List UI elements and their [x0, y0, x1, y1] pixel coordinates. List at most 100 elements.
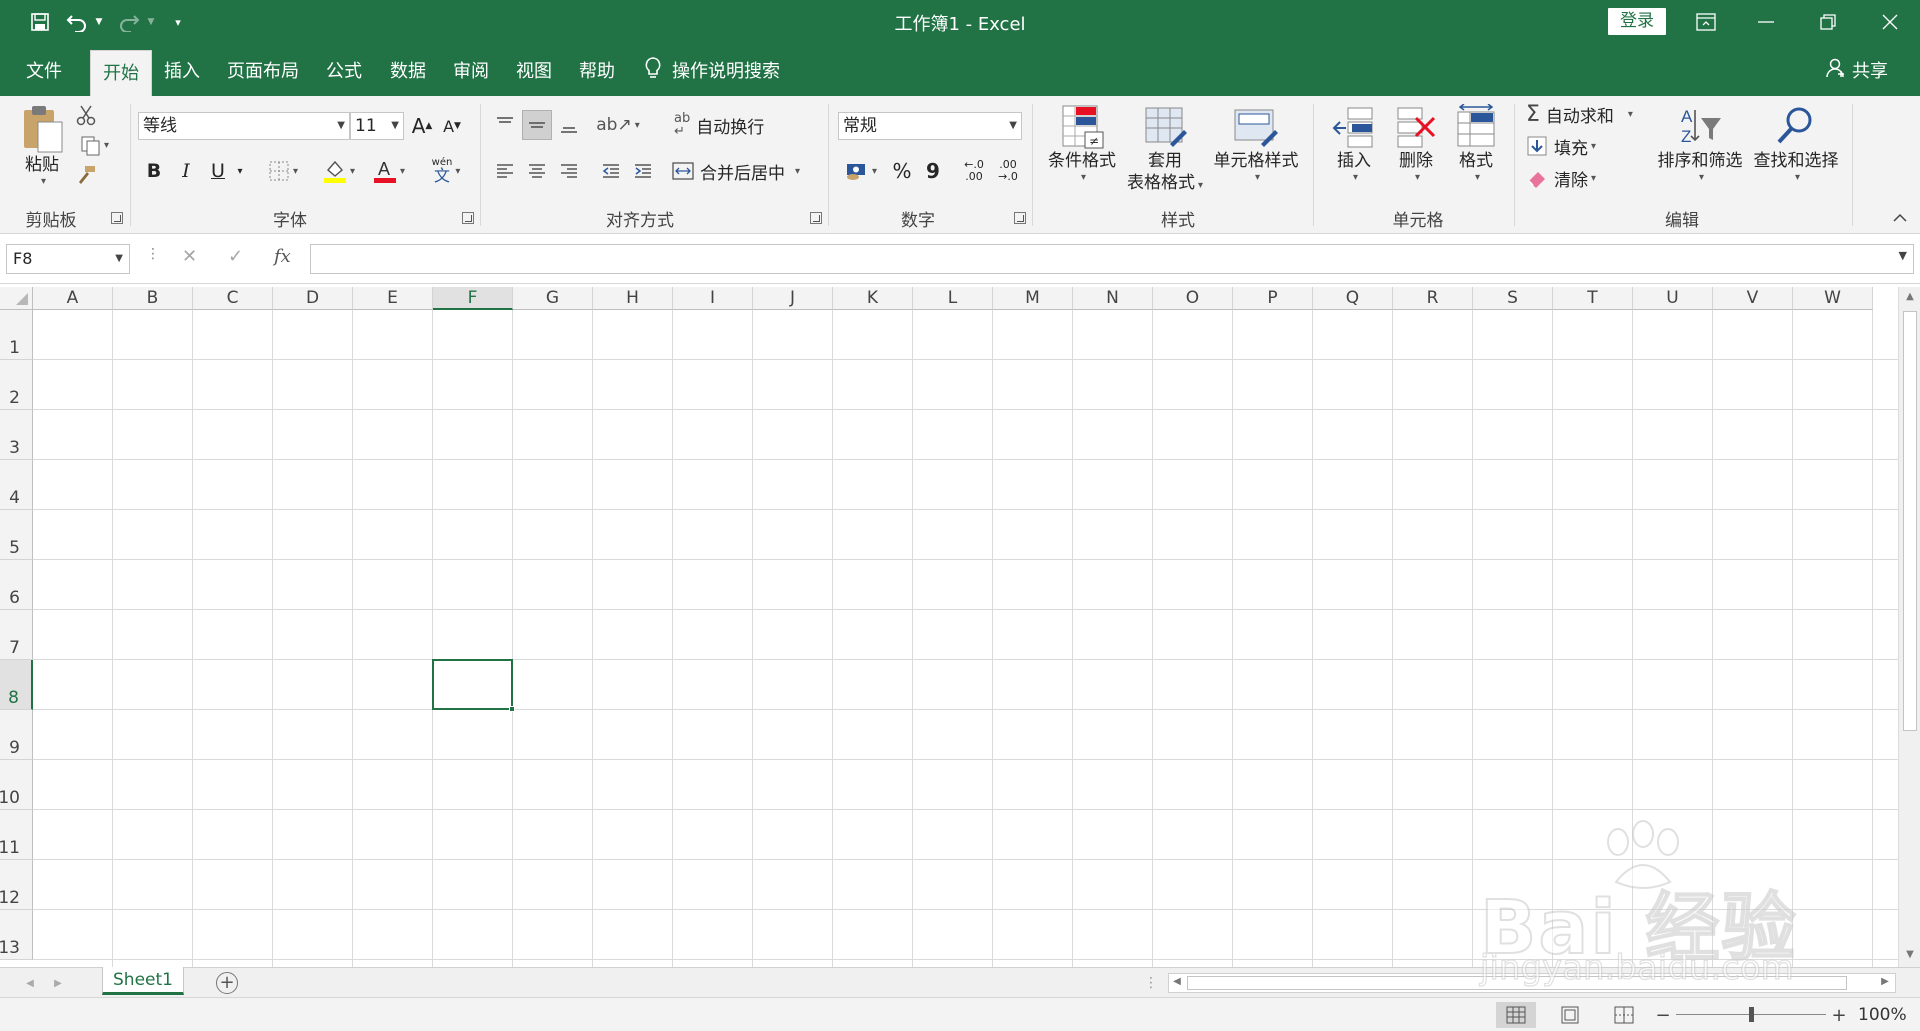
sheet-tab-sheet1[interactable]: Sheet1 — [102, 967, 184, 995]
accounting-format-button[interactable]: ▾ — [838, 156, 884, 186]
expand-formula-bar-icon[interactable]: ▼ — [1899, 249, 1907, 262]
column-header-n[interactable]: N — [1073, 287, 1153, 310]
zoom-percentage[interactable]: 100% — [1858, 1005, 1907, 1025]
find-select-button[interactable]: 查找和选择 ▾ — [1748, 104, 1844, 183]
column-header-c[interactable]: C — [193, 287, 273, 310]
fill-handle[interactable] — [509, 706, 515, 712]
column-header-v[interactable]: V — [1713, 287, 1793, 310]
normal-view-button[interactable] — [1496, 1002, 1536, 1028]
tab-view[interactable]: 视图 — [506, 44, 562, 96]
underline-button[interactable]: U — [204, 156, 232, 186]
vertical-scroll-thumb[interactable] — [1903, 311, 1917, 731]
sort-filter-button[interactable]: AZ 排序和筛选 ▾ — [1652, 104, 1748, 183]
insert-cells-button[interactable]: 插入 ▾ — [1322, 104, 1386, 183]
tab-file[interactable]: 文件 — [12, 44, 76, 96]
insert-function-icon[interactable]: fx — [274, 246, 291, 267]
column-header-t[interactable]: T — [1553, 287, 1633, 310]
column-header-u[interactable]: U — [1633, 287, 1713, 310]
ribbon-display-options-icon[interactable] — [1676, 0, 1736, 44]
number-format-combo[interactable]: 常规 ▼ — [838, 112, 1022, 140]
tab-home[interactable]: 开始 — [90, 50, 152, 96]
scroll-right-icon[interactable]: ▶ — [1877, 976, 1893, 987]
scroll-left-icon[interactable]: ◀ — [1169, 976, 1185, 987]
row-header-6[interactable]: 6 — [0, 560, 33, 610]
previous-sheet-icon[interactable]: ◀ — [22, 974, 38, 992]
underline-dropdown-icon[interactable]: ▾ — [232, 156, 248, 186]
format-as-table-button[interactable]: 套用 表格格式 ▾ — [1120, 104, 1210, 197]
font-launcher-icon[interactable] — [462, 212, 474, 224]
column-header-h[interactable]: H — [593, 287, 673, 310]
orientation-button[interactable]: ab↗ ▾ — [596, 110, 640, 140]
column-header-k[interactable]: K — [833, 287, 913, 310]
row-header-2[interactable]: 2 — [0, 360, 33, 410]
comma-style-button[interactable]: 9 — [920, 156, 946, 186]
copy-button[interactable]: ▾ — [72, 132, 116, 158]
worksheet-grid[interactable]: A B C D E F G H I J K L M N O P Q R S T U V W 1 2 3 4 5 6 7 8 9 10 11 12 13 — [0, 287, 1898, 967]
tab-help[interactable]: 帮助 — [568, 44, 626, 96]
restore-icon[interactable] — [1798, 0, 1858, 44]
tab-data[interactable]: 数据 — [378, 44, 438, 96]
decrease-indent-icon[interactable] — [596, 156, 626, 186]
align-right-icon[interactable] — [554, 156, 584, 186]
font-name-combo[interactable]: 等线 ▼ — [138, 112, 350, 140]
undo-icon[interactable] — [62, 6, 92, 38]
redo-dropdown-icon[interactable]: ▼ — [144, 6, 158, 38]
zoom-in-button[interactable]: + — [1830, 1004, 1848, 1026]
cancel-formula-icon[interactable]: ✕ — [182, 246, 197, 267]
decrease-font-size-icon[interactable]: A ▼ — [440, 112, 464, 140]
clipboard-launcher-icon[interactable] — [111, 212, 123, 224]
page-break-view-button[interactable] — [1604, 1002, 1644, 1028]
middle-align-icon[interactable] — [522, 110, 552, 140]
scroll-down-icon[interactable]: ▼ — [1899, 949, 1920, 960]
tab-page-layout[interactable]: 页面布局 — [218, 44, 308, 96]
column-header-p[interactable]: P — [1233, 287, 1313, 310]
split-grip-icon[interactable]: ⋮ — [1144, 972, 1158, 994]
row-header-11[interactable]: 11 — [0, 810, 33, 860]
column-header-d[interactable]: D — [273, 287, 353, 310]
phonetic-guide-button[interactable]: wén 文 ▾ — [422, 154, 470, 188]
cell-styles-button[interactable]: 单元格样式 ▾ — [1210, 104, 1302, 183]
tell-me-search[interactable]: 操作说明搜索 — [644, 44, 780, 96]
column-header-j[interactable]: J — [753, 287, 833, 310]
paste-button[interactable]: 粘贴 ▾ — [14, 104, 70, 187]
tab-formulas[interactable]: 公式 — [316, 44, 372, 96]
cut-icon[interactable] — [72, 102, 100, 128]
column-header-m[interactable]: M — [993, 287, 1073, 310]
clear-button[interactable]: 清除 ▾ — [1526, 164, 1626, 192]
number-launcher-icon[interactable] — [1014, 212, 1026, 224]
tab-insert[interactable]: 插入 — [152, 44, 212, 96]
column-header-s[interactable]: S — [1473, 287, 1553, 310]
column-header-o[interactable]: O — [1153, 287, 1233, 310]
formula-input[interactable]: ▼ — [310, 244, 1914, 274]
column-header-w[interactable]: W — [1793, 287, 1873, 310]
row-header-13[interactable]: 13 — [0, 910, 33, 960]
customize-toolbar-icon[interactable]: ▾ — [168, 6, 188, 38]
row-header-8[interactable]: 8 — [0, 660, 33, 710]
login-button[interactable]: 登录 — [1608, 8, 1666, 35]
column-header-g[interactable]: G — [513, 287, 593, 310]
format-painter-icon[interactable] — [72, 162, 100, 188]
font-size-combo[interactable]: 11 ▼ — [350, 112, 404, 140]
italic-button[interactable]: I — [172, 156, 200, 186]
alignment-launcher-icon[interactable] — [810, 212, 822, 224]
page-layout-view-button[interactable] — [1550, 1002, 1590, 1028]
row-header-7[interactable]: 7 — [0, 610, 33, 660]
fill-color-button[interactable]: ▾ — [316, 156, 362, 186]
next-sheet-icon[interactable]: ▶ — [50, 974, 66, 992]
minimize-icon[interactable] — [1736, 0, 1796, 44]
fill-button[interactable]: 填充 ▾ — [1526, 132, 1626, 160]
row-header-9[interactable]: 9 — [0, 710, 33, 760]
column-header-e[interactable]: E — [353, 287, 433, 310]
horizontal-scrollbar[interactable]: ◀ ▶ — [1168, 973, 1896, 993]
bottom-align-icon[interactable] — [554, 110, 584, 140]
enter-formula-icon[interactable]: ✓ — [228, 246, 243, 267]
tab-review[interactable]: 审阅 — [442, 44, 500, 96]
align-left-icon[interactable] — [490, 156, 520, 186]
column-header-l[interactable]: L — [913, 287, 993, 310]
zoom-slider-thumb[interactable] — [1749, 1007, 1754, 1022]
collapse-ribbon-icon[interactable] — [1888, 208, 1912, 228]
column-header-q[interactable]: Q — [1313, 287, 1393, 310]
increase-decimal-button[interactable]: ←.0.00 — [958, 154, 990, 188]
autosum-button[interactable]: Σ 自动求和 ▾ — [1526, 100, 1652, 128]
increase-font-size-icon[interactable]: A ▲ — [410, 112, 434, 140]
